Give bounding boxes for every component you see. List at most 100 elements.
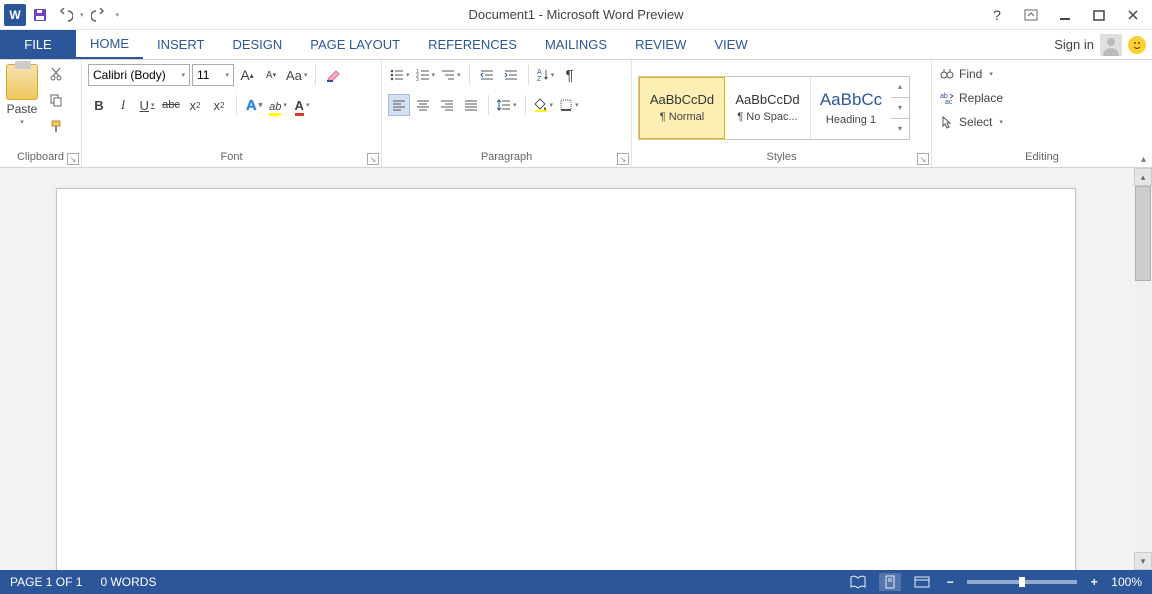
align-right-icon[interactable] xyxy=(436,94,458,116)
scroll-down-icon[interactable]: ▾ xyxy=(1134,552,1152,570)
gallery-more-icon[interactable]: ▾ xyxy=(891,119,909,139)
maximize-icon[interactable] xyxy=(1084,3,1114,27)
cut-icon[interactable] xyxy=(46,64,66,84)
cursor-icon xyxy=(940,115,954,129)
clipboard-launcher-icon[interactable]: ↘ xyxy=(67,153,79,165)
shrink-font-icon[interactable]: A▾ xyxy=(260,64,282,86)
undo-icon[interactable] xyxy=(54,3,78,27)
zoom-level[interactable]: 100% xyxy=(1111,575,1142,589)
highlight-color-icon[interactable]: ab xyxy=(267,94,289,116)
scroll-thumb[interactable] xyxy=(1135,186,1151,281)
multilevel-list-icon[interactable] xyxy=(439,64,463,86)
vertical-scrollbar[interactable]: ▴ ▾ xyxy=(1134,168,1152,570)
title-bar: W ▾ ▾ Document1 - Microsoft Word Preview… xyxy=(0,0,1152,30)
tab-insert[interactable]: INSERT xyxy=(143,30,218,59)
numbering-icon[interactable]: 123 xyxy=(414,64,438,86)
tab-page-layout[interactable]: PAGE LAYOUT xyxy=(296,30,414,59)
replace-icon: abac xyxy=(940,91,954,105)
group-clipboard-label: Clipboard xyxy=(6,151,75,165)
help-icon[interactable]: ? xyxy=(982,3,1012,27)
show-hide-paragraph-icon[interactable]: ¶ xyxy=(559,64,581,86)
bold-button[interactable]: B xyxy=(88,94,110,116)
find-button[interactable]: Find▾ xyxy=(938,64,1005,84)
group-font: Calibri (Body)▾ 11▾ A▴ A▾ Aa B I U abc x… xyxy=(82,60,382,167)
tab-review[interactable]: REVIEW xyxy=(621,30,700,59)
word-app-icon: W xyxy=(4,4,26,26)
italic-button[interactable]: I xyxy=(112,94,134,116)
gallery-down-icon[interactable]: ▾ xyxy=(891,98,909,119)
align-left-icon[interactable] xyxy=(388,94,410,116)
scroll-track[interactable] xyxy=(1134,186,1152,552)
font-color-icon[interactable]: A xyxy=(291,94,313,116)
select-button[interactable]: Select▾ xyxy=(938,112,1005,132)
strikethrough-button[interactable]: abc xyxy=(160,94,182,116)
decrease-indent-icon[interactable] xyxy=(476,64,498,86)
underline-button[interactable]: U xyxy=(136,94,158,116)
ribbon: Paste ▾ Clipboard ↘ Calibri (B xyxy=(0,60,1152,168)
feedback-smiley-icon[interactable] xyxy=(1128,36,1146,54)
print-layout-icon[interactable] xyxy=(879,573,901,591)
increase-indent-icon[interactable] xyxy=(500,64,522,86)
svg-text:Z: Z xyxy=(537,76,542,82)
tab-references[interactable]: REFERENCES xyxy=(414,30,531,59)
sign-in-link[interactable]: Sign in xyxy=(1054,37,1094,52)
paragraph-launcher-icon[interactable]: ↘ xyxy=(617,153,629,165)
sort-icon[interactable]: AZ xyxy=(535,64,557,86)
styles-launcher-icon[interactable]: ↘ xyxy=(917,153,929,165)
tab-mailings[interactable]: MAILINGS xyxy=(531,30,621,59)
line-spacing-icon[interactable] xyxy=(495,94,519,116)
scroll-up-icon[interactable]: ▴ xyxy=(1134,168,1152,186)
grow-font-icon[interactable]: A▴ xyxy=(236,64,258,86)
group-editing: Find▾ abac Replace Select▾ Editing xyxy=(932,60,1152,167)
page-indicator[interactable]: PAGE 1 OF 1 xyxy=(10,575,82,589)
collapse-ribbon-icon[interactable]: ▴ xyxy=(1141,154,1146,165)
borders-icon[interactable] xyxy=(557,94,581,116)
font-size-combo[interactable]: 11▾ xyxy=(192,64,234,86)
clipboard-icon xyxy=(6,64,38,100)
tab-design[interactable]: DESIGN xyxy=(218,30,296,59)
font-name-combo[interactable]: Calibri (Body)▾ xyxy=(88,64,190,86)
style-normal[interactable]: AaBbCcDd ¶ Normal xyxy=(639,77,725,139)
redo-icon[interactable] xyxy=(86,3,110,27)
subscript-button[interactable]: x2 xyxy=(184,94,206,116)
align-center-icon[interactable] xyxy=(412,94,434,116)
change-case-icon[interactable]: Aa xyxy=(284,64,309,86)
justify-icon[interactable] xyxy=(460,94,482,116)
style-heading1[interactable]: AaBbCc Heading 1 xyxy=(811,77,891,139)
group-clipboard: Paste ▾ Clipboard ↘ xyxy=(0,60,82,167)
group-editing-label: Editing xyxy=(938,151,1146,165)
save-icon[interactable] xyxy=(28,3,52,27)
copy-icon[interactable] xyxy=(46,90,66,110)
replace-button[interactable]: abac Replace xyxy=(938,88,1005,108)
font-launcher-icon[interactable]: ↘ xyxy=(367,153,379,165)
avatar-placeholder-icon[interactable] xyxy=(1100,34,1122,56)
shading-icon[interactable] xyxy=(532,94,556,116)
paste-button[interactable]: Paste ▾ xyxy=(6,64,38,126)
svg-text:A: A xyxy=(537,69,542,76)
word-count[interactable]: 0 WORDS xyxy=(100,575,156,589)
minimize-icon[interactable] xyxy=(1050,3,1080,27)
clear-formatting-icon[interactable] xyxy=(322,64,344,86)
page[interactable] xyxy=(56,188,1076,570)
zoom-in-button[interactable]: + xyxy=(1087,575,1101,589)
svg-text:ac: ac xyxy=(945,99,953,105)
status-bar: PAGE 1 OF 1 0 WORDS − + 100% xyxy=(0,570,1152,594)
ribbon-display-options-icon[interactable] xyxy=(1016,3,1046,27)
text-effects-icon[interactable]: A xyxy=(243,94,265,116)
bullets-icon[interactable] xyxy=(388,64,412,86)
format-painter-icon[interactable] xyxy=(46,116,66,136)
style-no-spacing[interactable]: AaBbCcDd ¶ No Spac... xyxy=(725,77,811,139)
tab-file[interactable]: FILE xyxy=(0,30,76,59)
document-area: ▴ ▾ xyxy=(0,168,1152,570)
zoom-out-button[interactable]: − xyxy=(943,575,957,589)
gallery-up-icon[interactable]: ▴ xyxy=(891,77,909,98)
tab-view[interactable]: VIEW xyxy=(700,30,761,59)
web-layout-icon[interactable] xyxy=(911,573,933,591)
tab-home[interactable]: HOME xyxy=(76,30,143,59)
superscript-button[interactable]: x2 xyxy=(208,94,230,116)
close-icon[interactable] xyxy=(1118,3,1148,27)
read-mode-icon[interactable] xyxy=(847,573,869,591)
zoom-handle[interactable] xyxy=(1019,577,1025,587)
zoom-slider[interactable] xyxy=(967,580,1077,584)
group-paragraph: 123 AZ ¶ Paragraph ↘ xyxy=(382,60,632,167)
